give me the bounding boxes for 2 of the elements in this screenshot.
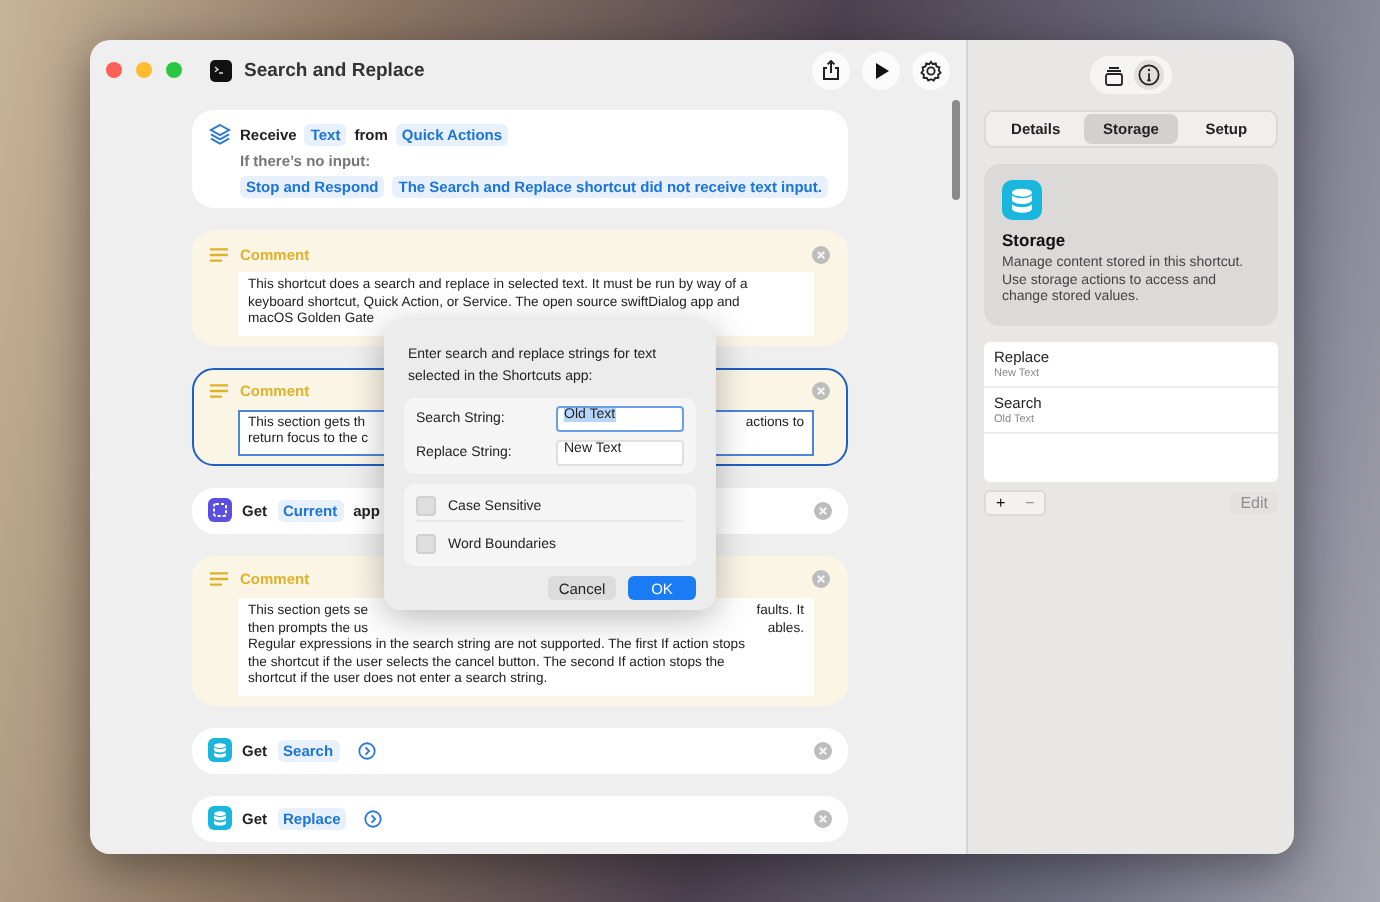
window-title: Search and Replace <box>244 59 427 81</box>
card-title: Storage <box>1002 230 1068 250</box>
